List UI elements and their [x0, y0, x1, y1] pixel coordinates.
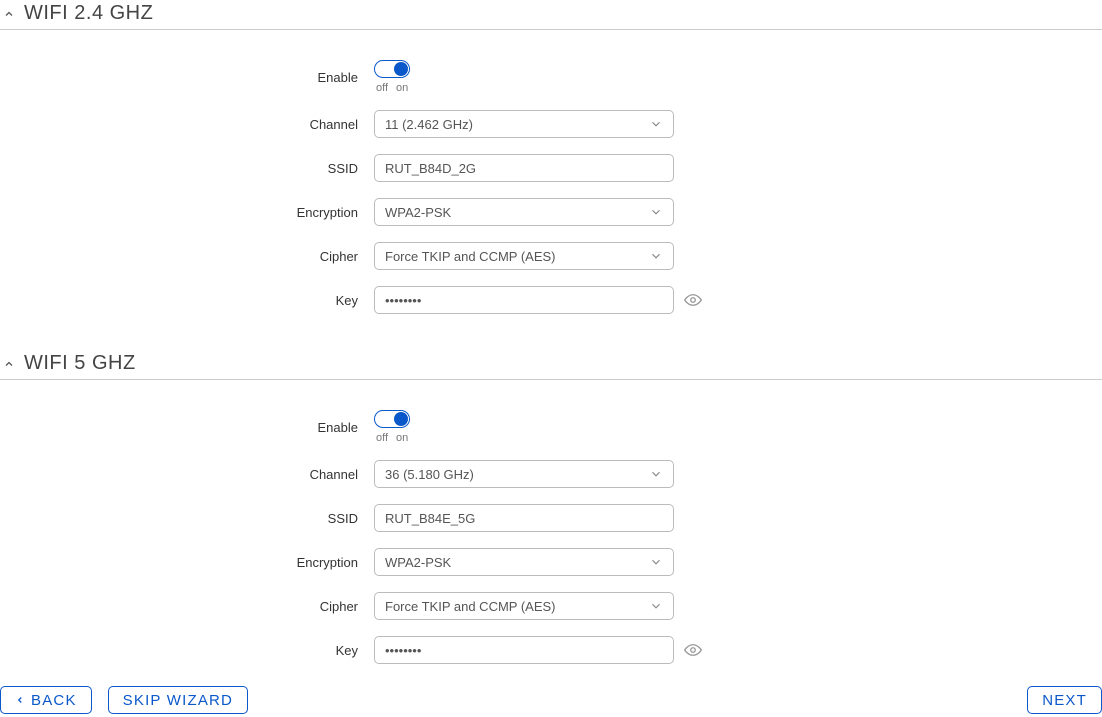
- select-value: Force TKIP and CCMP (AES): [385, 599, 556, 614]
- chevron-down-icon: [649, 205, 663, 219]
- row-key: Key: [0, 286, 1102, 314]
- toggle-enable[interactable]: [374, 410, 410, 428]
- label-channel: Channel: [0, 467, 374, 482]
- select-value: WPA2-PSK: [385, 555, 451, 570]
- label-ssid: SSID: [0, 161, 374, 176]
- section-title: WIFI 2.4 GHZ: [24, 2, 153, 25]
- label-ssid: SSID: [0, 511, 374, 526]
- toggle-thumb: [394, 412, 408, 426]
- row-channel: Channel 36 (5.180 GHz): [0, 460, 1102, 488]
- form-rows-2-4ghz: Enable off on Channel 11 (2.462 GHz): [0, 60, 1102, 350]
- row-encryption: Encryption WPA2-PSK: [0, 548, 1102, 576]
- label-enable: Enable: [0, 420, 374, 435]
- toggle-thumb: [394, 62, 408, 76]
- label-enable: Enable: [0, 70, 374, 85]
- select-value: Force TKIP and CCMP (AES): [385, 249, 556, 264]
- label-cipher: Cipher: [0, 249, 374, 264]
- chevron-down-icon: [649, 117, 663, 131]
- next-button-label: NEXT: [1042, 692, 1087, 709]
- skip-wizard-button[interactable]: SKIP WIZARD: [108, 686, 248, 714]
- row-channel: Channel 11 (2.462 GHz): [0, 110, 1102, 138]
- toggle-labels: off on: [374, 82, 408, 94]
- input-ssid[interactable]: [374, 154, 674, 182]
- input-key[interactable]: [374, 636, 674, 664]
- chevron-up-icon: [2, 357, 16, 371]
- chevron-down-icon: [649, 467, 663, 481]
- chevron-down-icon: [649, 599, 663, 613]
- select-value: 11 (2.462 GHz): [385, 117, 473, 132]
- eye-icon[interactable]: [684, 291, 702, 309]
- row-enable: Enable off on: [0, 60, 1102, 94]
- toggle-on-label: on: [396, 432, 408, 444]
- select-value: WPA2-PSK: [385, 205, 451, 220]
- label-encryption: Encryption: [0, 555, 374, 570]
- section-wifi-5ghz: WIFI 5 GHZ Enable off on Channel: [0, 350, 1102, 700]
- input-key[interactable]: [374, 286, 674, 314]
- back-button[interactable]: BACK: [0, 686, 92, 714]
- row-ssid: SSID: [0, 154, 1102, 182]
- chevron-left-icon: [15, 695, 25, 705]
- select-channel[interactable]: 11 (2.462 GHz): [374, 110, 674, 138]
- chevron-down-icon: [649, 249, 663, 263]
- select-encryption[interactable]: WPA2-PSK: [374, 548, 674, 576]
- toggle-on-label: on: [396, 82, 408, 94]
- skip-wizard-label: SKIP WIZARD: [123, 692, 233, 709]
- select-cipher[interactable]: Force TKIP and CCMP (AES): [374, 592, 674, 620]
- select-cipher[interactable]: Force TKIP and CCMP (AES): [374, 242, 674, 270]
- chevron-up-icon: [2, 7, 16, 21]
- label-channel: Channel: [0, 117, 374, 132]
- toggle-off-label: off: [376, 432, 388, 444]
- label-key: Key: [0, 293, 374, 308]
- toggle-off-label: off: [376, 82, 388, 94]
- select-encryption[interactable]: WPA2-PSK: [374, 198, 674, 226]
- select-value: 36 (5.180 GHz): [385, 467, 474, 482]
- row-cipher: Cipher Force TKIP and CCMP (AES): [0, 592, 1102, 620]
- back-button-label: BACK: [31, 692, 77, 709]
- section-title: WIFI 5 GHZ: [24, 352, 136, 375]
- form-rows-5ghz: Enable off on Channel 36 (5.180 GHz): [0, 410, 1102, 700]
- select-channel[interactable]: 36 (5.180 GHz): [374, 460, 674, 488]
- toggle-labels: off on: [374, 432, 408, 444]
- row-key: Key: [0, 636, 1102, 664]
- next-button[interactable]: NEXT: [1027, 686, 1102, 714]
- row-ssid: SSID: [0, 504, 1102, 532]
- section-header-2-4ghz[interactable]: WIFI 2.4 GHZ: [0, 0, 1102, 30]
- chevron-down-icon: [649, 555, 663, 569]
- eye-icon[interactable]: [684, 641, 702, 659]
- row-cipher: Cipher Force TKIP and CCMP (AES): [0, 242, 1102, 270]
- section-wifi-2-4ghz: WIFI 2.4 GHZ Enable off on Channel: [0, 0, 1102, 350]
- row-enable: Enable off on: [0, 410, 1102, 444]
- row-encryption: Encryption WPA2-PSK: [0, 198, 1102, 226]
- wizard-footer: BACK SKIP WIZARD NEXT: [0, 686, 1102, 717]
- input-ssid[interactable]: [374, 504, 674, 532]
- label-encryption: Encryption: [0, 205, 374, 220]
- section-header-5ghz[interactable]: WIFI 5 GHZ: [0, 350, 1102, 380]
- toggle-enable[interactable]: [374, 60, 410, 78]
- label-key: Key: [0, 643, 374, 658]
- label-cipher: Cipher: [0, 599, 374, 614]
